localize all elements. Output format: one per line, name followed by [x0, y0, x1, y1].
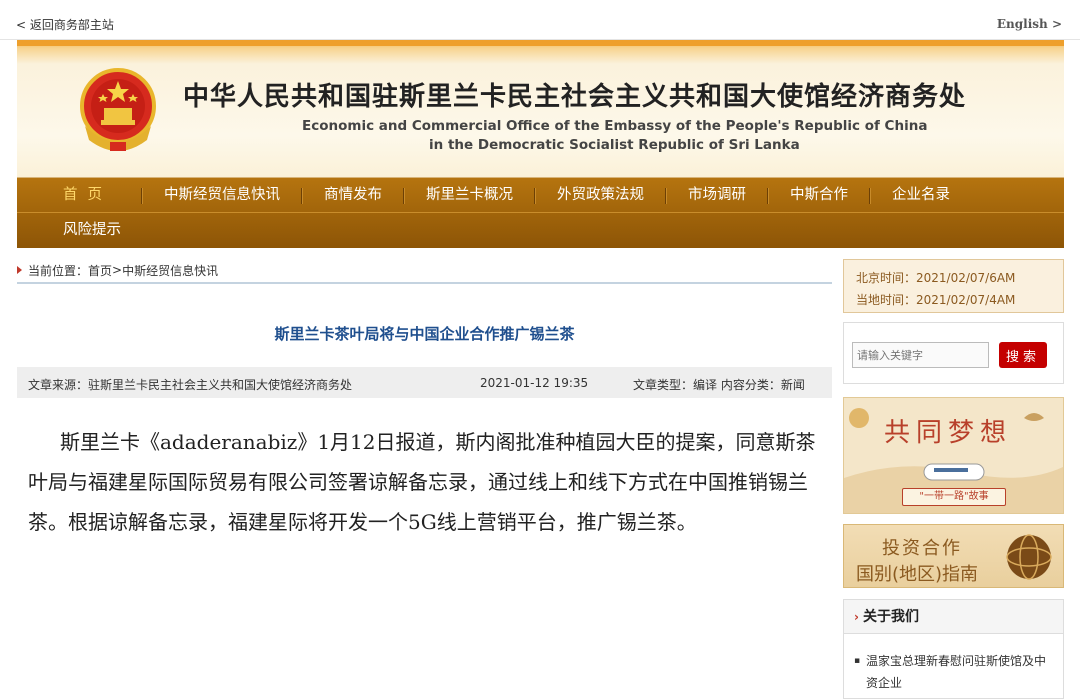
breadcrumb-arrow-icon	[17, 266, 22, 274]
chevron-right-icon: ›	[854, 610, 859, 624]
article-source: 文章来源：驻斯里兰卡民主社会主义共和国大使馆经济商务处	[28, 378, 353, 392]
about-us-box: ›关于我们 温家宝总理新春慰问驻斯使馆及中资企业	[843, 599, 1064, 699]
nav-market-research[interactable]: 市场调研	[666, 178, 768, 213]
page-title-english-line1: Economic and Commercial Office of the Em…	[302, 118, 928, 134]
nav-trade-news[interactable]: 中斯经贸信息快讯	[142, 178, 302, 213]
breadcrumb-current-link[interactable]: 中斯经贸信息快讯	[122, 262, 218, 279]
search-input[interactable]	[852, 342, 989, 368]
nav-business-info[interactable]: 商情发布	[302, 178, 404, 213]
promo-investment-title: 投资合作	[882, 538, 962, 559]
investment-guide-banner[interactable]: 投资合作 国别(地区)指南	[843, 524, 1064, 588]
page-title-chinese: 中华人民共和国驻斯里兰卡民主社会主义共和国大使馆经济商务处	[183, 82, 967, 112]
beijing-time: 北京时间：2021/02/07/6AM	[856, 271, 1016, 285]
page-title-english-line2: in the Democratic Socialist Republic of …	[429, 137, 800, 153]
nav-cooperation[interactable]: 中斯合作	[768, 178, 870, 213]
search-box: 搜索	[843, 322, 1064, 384]
globe-icon	[1006, 534, 1052, 580]
nav-company-directory[interactable]: 企业名录	[870, 178, 972, 213]
nav-home[interactable]: 首页	[17, 178, 142, 213]
nav-sri-lanka-overview[interactable]: 斯里兰卡概况	[404, 178, 535, 213]
back-to-main-site-link[interactable]: < 返回商务部主站	[16, 16, 114, 33]
local-time: 当地时间：2021/02/07/4AM	[856, 293, 1016, 307]
about-us-title: 关于我们	[862, 609, 919, 625]
article-datetime: 2021-01-12 19:35	[480, 376, 589, 390]
top-utility-bar: < 返回商务部主站 English >	[0, 0, 1080, 40]
article-title: 斯里兰卡茶叶局将与中国企业合作推广锡兰茶	[274, 325, 575, 343]
breadcrumb-separator: >	[112, 263, 123, 277]
national-emblem-icon	[80, 68, 156, 151]
about-us-list-item[interactable]: 温家宝总理新春慰问驻斯使馆及中资企业	[854, 650, 1054, 694]
english-link[interactable]: English >	[997, 17, 1062, 31]
promo-belt-road-subtitle: "一带一路"故事	[902, 488, 1006, 506]
nav-trade-policy[interactable]: 外贸政策法规	[535, 178, 666, 213]
nav-risk-alert[interactable]: 风险提示	[17, 213, 143, 248]
promo-country-guide-title: 国别(地区)指南	[856, 564, 979, 585]
search-button[interactable]: 搜索	[999, 342, 1047, 368]
header-banner: 中华人民共和国驻斯里兰卡民主社会主义共和国大使馆经济商务处 Economic a…	[17, 40, 1064, 178]
article-type: 文章类型：编译 内容分类：新闻	[633, 378, 805, 392]
about-us-header: › 关于我们	[844, 600, 1063, 634]
article-meta-bar: 文章来源：驻斯里兰卡民主社会主义共和国大使馆经济商务处 2021-01-12 1…	[17, 367, 832, 398]
article-body: 斯里兰卡《adaderanabiz》1月12日报道，斯内阁批准种植园大臣的提案，…	[28, 430, 816, 534]
breadcrumb-label: 当前位置：	[28, 263, 89, 278]
promo-common-dream-title: 共同梦想	[884, 418, 1013, 448]
time-display-box: 北京时间：2021/02/07/6AM 当地时间：2021/02/07/4AM	[843, 259, 1064, 313]
breadcrumb: 当前位置： 首页 > 中斯经贸信息快讯	[17, 258, 832, 284]
common-dream-banner[interactable]: 共同梦想 "一带一路"故事	[843, 397, 1064, 514]
main-navigation: 首页 中斯经贸信息快讯 商情发布 斯里兰卡概况 外贸政策法规 市场调研 中斯合作…	[17, 178, 1064, 248]
breadcrumb-home-link[interactable]: 首页	[88, 262, 112, 279]
